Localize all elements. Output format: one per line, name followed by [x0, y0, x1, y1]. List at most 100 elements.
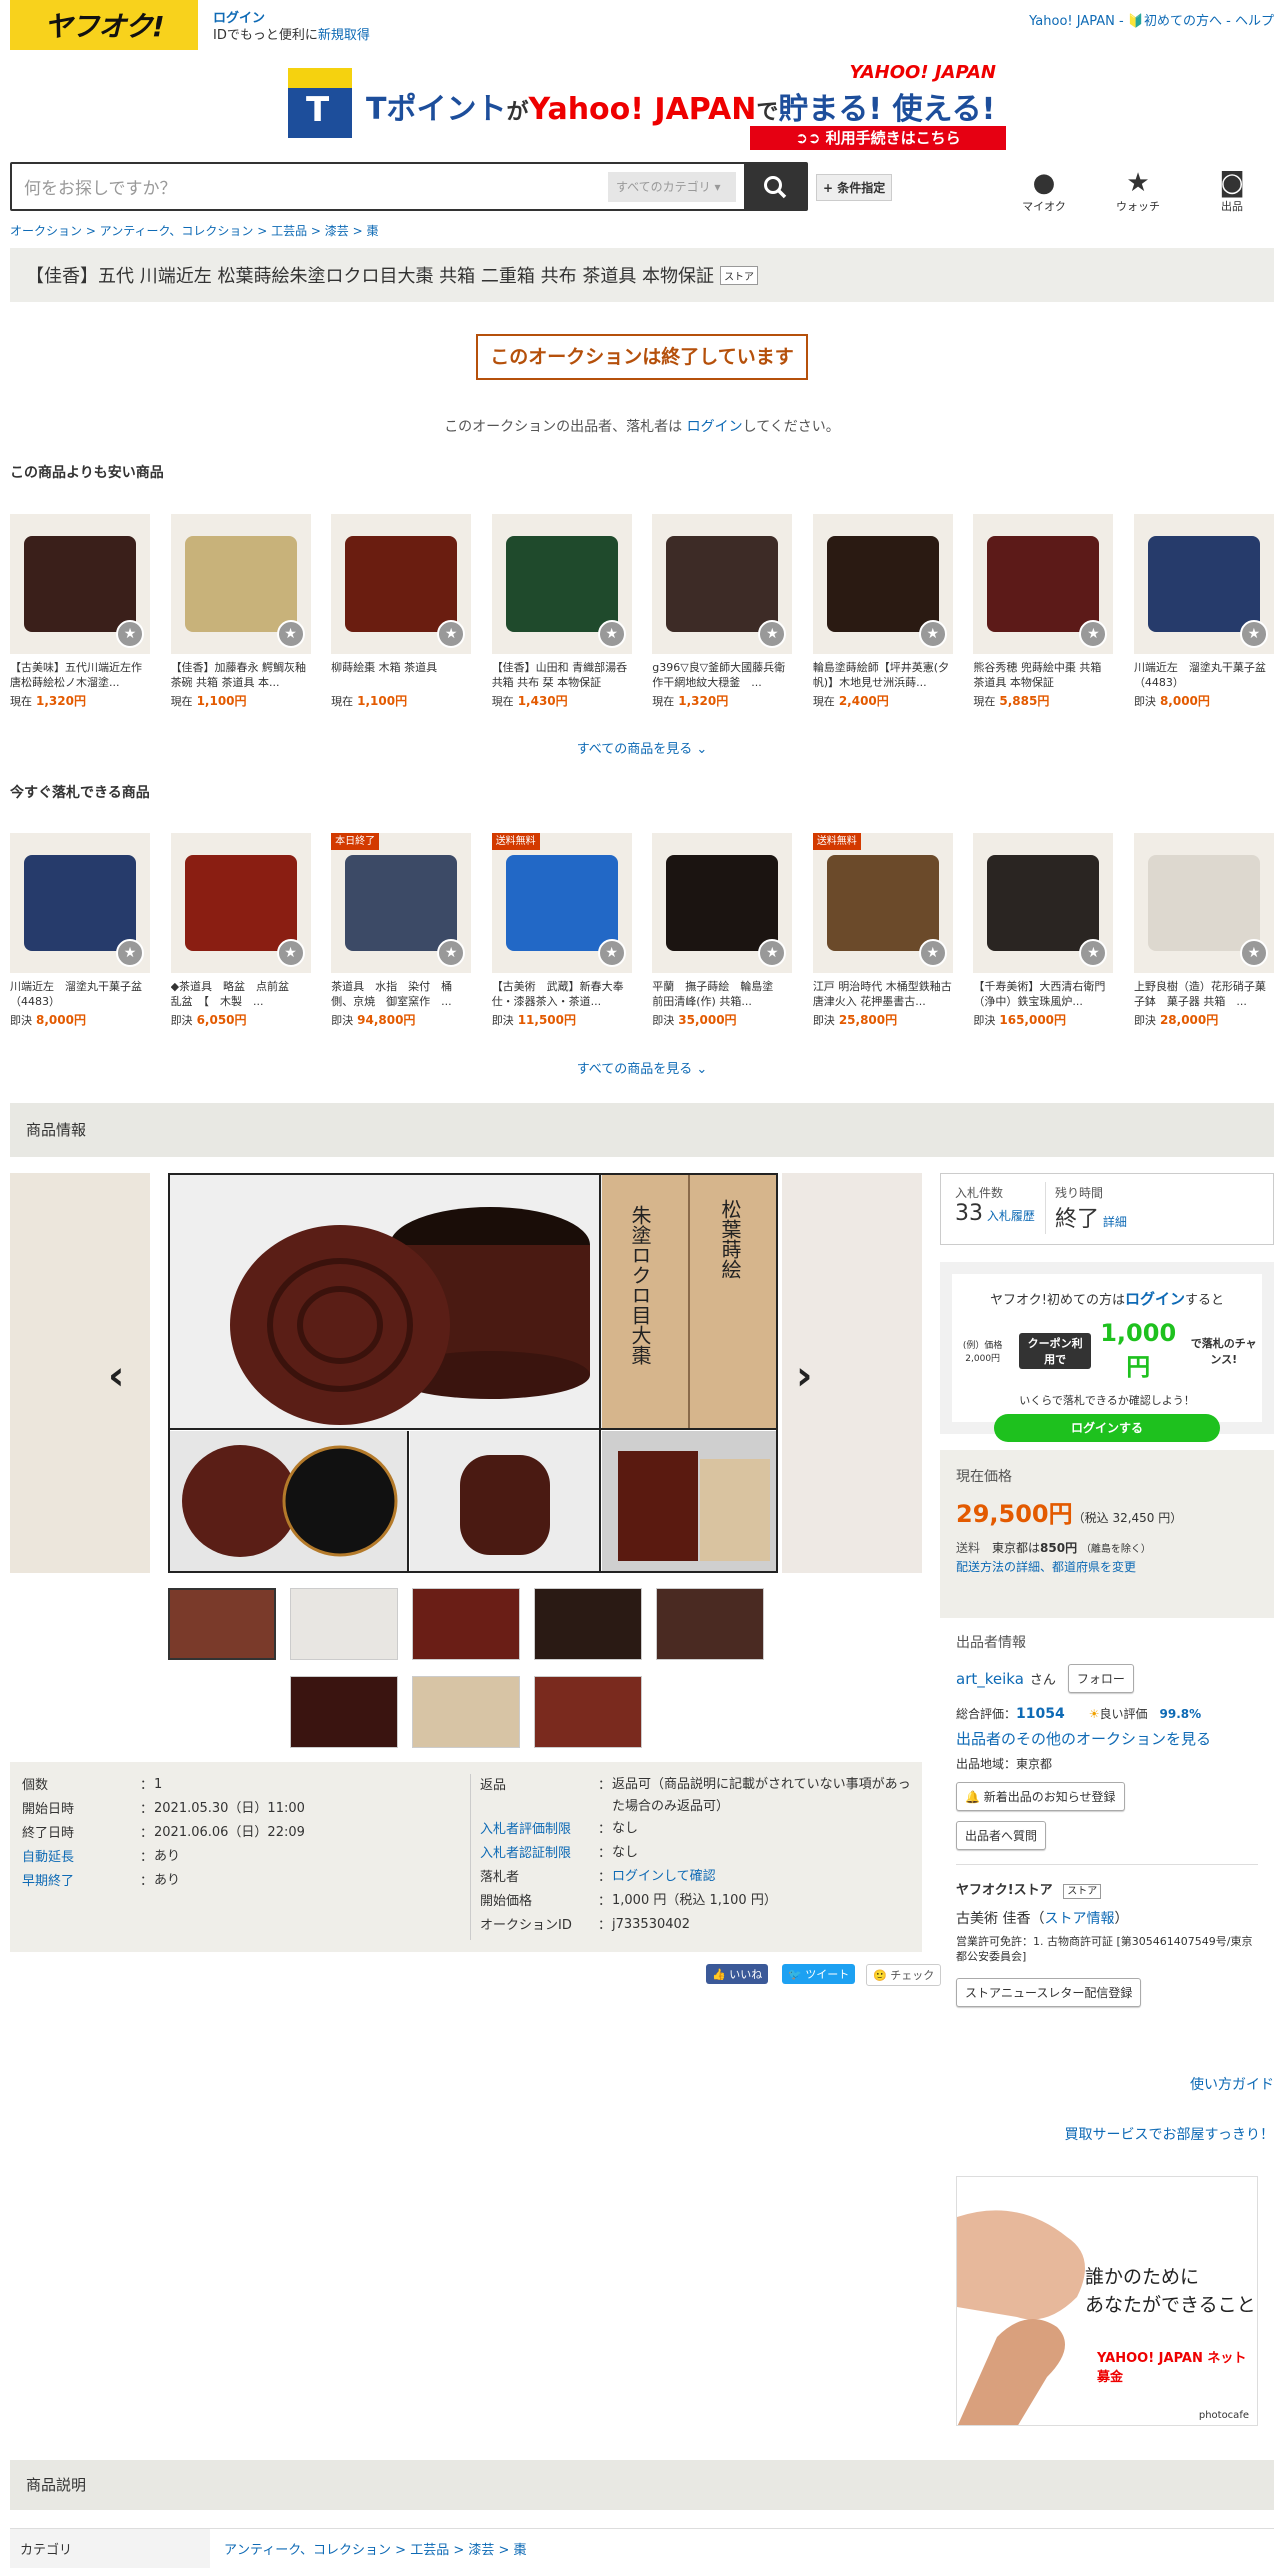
- facebook-like-button[interactable]: 👍 いいね: [706, 1964, 769, 1984]
- item-image[interactable]: ★: [1133, 514, 1274, 654]
- item-image[interactable]: ★: [10, 833, 150, 973]
- usage-guide-link[interactable]: 使い方ガイド: [1190, 2074, 1274, 2094]
- watch-star-icon[interactable]: ★: [437, 939, 466, 967]
- purchase-service-link[interactable]: 買取サービスでお部屋すっきり！: [1065, 2124, 1274, 2144]
- cheaper-item[interactable]: ★ 柳蒔絵棗 木箱 茶道具 現在 1,100円: [331, 514, 472, 709]
- watch-star-icon[interactable]: ★: [116, 939, 144, 967]
- watch-star-icon[interactable]: ★: [276, 620, 305, 648]
- item-image[interactable]: 本日終了 ★: [331, 833, 472, 973]
- header-links[interactable]: Yahoo! JAPAN - 🔰初めての方へ - ヘルプ: [1029, 10, 1274, 29]
- item-name[interactable]: g396▽良▽釜師大國藤兵衛作干網地紋大穏釜 ...: [652, 660, 792, 690]
- item-name[interactable]: 茶道具 水指 染付 桶側、京焼 御室窯作 ...: [331, 979, 471, 1009]
- item-image[interactable]: ★: [652, 514, 793, 654]
- promo-login-link[interactable]: ログイン: [1125, 1290, 1185, 1308]
- watch-star-icon[interactable]: ★: [918, 939, 947, 967]
- register-link[interactable]: 新規取得: [318, 28, 370, 43]
- thumbnail-1[interactable]: [168, 1588, 276, 1660]
- item-image[interactable]: ★: [170, 833, 311, 973]
- item-image[interactable]: ★: [170, 514, 311, 654]
- thumbnail-8[interactable]: [534, 1676, 642, 1748]
- detail-key[interactable]: 自動延長: [22, 1846, 140, 1870]
- item-image[interactable]: ★: [1133, 833, 1274, 973]
- cheaper-item[interactable]: ★ 輪島塗蒔絵師【坪井英憲(夕帆)】木地見せ洲浜蒔... 現在 2,400円: [812, 514, 953, 709]
- chevron-left-icon[interactable]: ‹: [108, 1353, 124, 1399]
- watch-star-icon[interactable]: ★: [597, 620, 626, 648]
- bid-history-link[interactable]: 入札履歴: [987, 1209, 1035, 1223]
- watch-star-icon[interactable]: ★: [116, 620, 144, 648]
- item-image[interactable]: ★: [973, 833, 1114, 973]
- buynow-item[interactable]: ★ 川端近左 溜塗丸干菓子盆 （4483） 即決 8,000円: [10, 833, 150, 1028]
- newsletter-button[interactable]: ストアニュースレター配信登録: [956, 1978, 1142, 2007]
- item-name[interactable]: 柳蒔絵棗 木箱 茶道具: [331, 660, 471, 690]
- item-name[interactable]: 上野良樹（造）花形硝子菓子鉢 菓子器 共箱 ...: [1134, 979, 1274, 1009]
- login-link[interactable]: ログイン: [213, 10, 370, 27]
- sell-button[interactable]: ◙ 出品: [1202, 168, 1262, 214]
- item-name[interactable]: 平蘭 撫子蒔絵 輪島塗 前田清峰(作) 共箱...: [652, 979, 792, 1009]
- follow-button[interactable]: フォロー: [1067, 1664, 1134, 1693]
- item-image[interactable]: ★: [10, 514, 150, 654]
- cheaper-item[interactable]: ★ 熊谷秀穂 兜蒔絵中棗 共箱 茶道具 本物保証 現在 5,885円: [973, 514, 1114, 709]
- login-button[interactable]: ログインする: [994, 1414, 1220, 1442]
- mixi-check-button[interactable]: 🙂 チェック: [866, 1964, 942, 1986]
- time-detail-link[interactable]: 詳細: [1103, 1215, 1127, 1229]
- item-image[interactable]: 送料無料 ★: [491, 833, 632, 973]
- tweet-button[interactable]: 🐦 ツイート: [782, 1964, 856, 1984]
- item-name[interactable]: ◆茶道具 略盆 点前盆 乱盆 【 木製 ...: [171, 979, 311, 1009]
- notify-button[interactable]: 🔔 新着出品のお知らせ登録: [956, 1782, 1125, 1811]
- watch-star-icon[interactable]: ★: [758, 620, 787, 648]
- search-button[interactable]: [744, 164, 806, 209]
- buynow-item[interactable]: 送料無料 ★ 江戸 明治時代 木桶型鉄釉古唐津火入 花押墨書古... 即決 25,…: [812, 833, 953, 1028]
- watch-star-icon[interactable]: ★: [1079, 620, 1108, 648]
- item-name[interactable]: 江戸 明治時代 木桶型鉄釉古唐津火入 花押墨書古...: [813, 979, 953, 1009]
- seller-name-link[interactable]: art_keika: [956, 1670, 1024, 1688]
- buynow-item[interactable]: ★ 上野良樹（造）花形硝子菓子鉢 菓子器 共箱 ... 即決 28,000円: [1133, 833, 1274, 1028]
- detail-key[interactable]: 入札者認証制限: [480, 1842, 598, 1866]
- item-name[interactable]: 【千寿美術】大西清右衛門（浄中）鉄宝珠風炉...: [973, 979, 1113, 1009]
- breadcrumb[interactable]: オークション > アンティーク、コレクション > 工芸品 > 漆芸 > 棗: [10, 222, 378, 239]
- item-name[interactable]: 【佳香】山田和 青織部湯呑 共箱 共布 栞 本物保証: [492, 660, 632, 690]
- ask-seller-button[interactable]: 出品者へ質問: [956, 1821, 1047, 1850]
- category-link[interactable]: アンティーク、コレクション > 工芸品 > 漆芸 > 棗: [210, 2529, 541, 2568]
- buynow-item[interactable]: 本日終了 ★ 茶道具 水指 染付 桶側、京焼 御室窯作 ... 即決 94,800…: [331, 833, 472, 1028]
- buynow-item[interactable]: ★ 【千寿美術】大西清右衛門（浄中）鉄宝珠風炉... 即決 165,000円: [973, 833, 1114, 1028]
- item-image[interactable]: ★: [331, 514, 472, 654]
- myauction-button[interactable]: ● マイオク: [1014, 168, 1074, 214]
- watch-star-icon[interactable]: ★: [597, 939, 626, 967]
- conditions-button[interactable]: + 条件指定: [816, 174, 893, 201]
- rating-link[interactable]: 11054: [1016, 1706, 1065, 1722]
- watch-star-icon[interactable]: ★: [758, 939, 787, 967]
- ad-banner[interactable]: 誰かのために あなたができること YAHOO! JAPAN ネット募金 phot…: [956, 2176, 1258, 2426]
- login-note-link[interactable]: ログイン: [687, 419, 743, 435]
- shipping-detail-link[interactable]: 配送方法の詳細、都道府県を変更: [956, 1560, 1136, 1574]
- cheaper-item[interactable]: ★ 【古美味】五代川端近左作 唐松蒔絵松ノ木溜塗... 現在 1,320円: [10, 514, 150, 709]
- yafuoku-logo[interactable]: ヤフオク!: [10, 0, 198, 50]
- watch-star-icon[interactable]: ★: [437, 620, 466, 648]
- item-name[interactable]: 川端近左 溜塗丸干菓子盆 （4483）: [10, 979, 150, 1009]
- thumbnail-3[interactable]: [412, 1588, 520, 1660]
- thumbnail-2[interactable]: [290, 1588, 398, 1660]
- seller-other-auctions-link[interactable]: 出品者のその他のオークションを見る: [956, 1730, 1211, 1748]
- item-image[interactable]: ★: [491, 514, 632, 654]
- watch-button[interactable]: ★ ウォッチ: [1108, 168, 1168, 214]
- cheaper-item[interactable]: ★ 【佳香】山田和 青織部湯呑 共箱 共布 栞 本物保証 現在 1,430円: [491, 514, 632, 709]
- cheaper-item[interactable]: ★ g396▽良▽釜師大國藤兵衛作干網地紋大穏釜 ... 現在 1,320円: [652, 514, 793, 709]
- thumbnail-4[interactable]: [534, 1588, 642, 1660]
- prev-image-preview[interactable]: [10, 1173, 150, 1573]
- watch-star-icon[interactable]: ★: [1239, 620, 1268, 648]
- watch-star-icon[interactable]: ★: [918, 620, 947, 648]
- item-image[interactable]: 送料無料 ★: [812, 833, 953, 973]
- detail-key[interactable]: 早期終了: [22, 1870, 140, 1894]
- item-name[interactable]: 川端近左 溜塗丸干菓子盆 （4483）: [1134, 660, 1274, 690]
- thumbnail-5[interactable]: [656, 1588, 764, 1660]
- cheaper-item[interactable]: ★ 川端近左 溜塗丸干菓子盆 （4483） 即決 8,000円: [1133, 514, 1274, 709]
- detail-key[interactable]: 入札者評価制限: [480, 1818, 598, 1842]
- cheaper-item[interactable]: ★ 【佳香】加藤春永 鰐鯛灰釉茶碗 共箱 茶道具 本... 現在 1,100円: [170, 514, 311, 709]
- buynow-item[interactable]: ★ ◆茶道具 略盆 点前盆 乱盆 【 木製 ... 即決 6,050円: [170, 833, 311, 1028]
- item-image[interactable]: ★: [973, 514, 1114, 654]
- watch-star-icon[interactable]: ★: [1079, 939, 1108, 967]
- item-image[interactable]: ★: [812, 514, 953, 654]
- thumbnail-6[interactable]: [290, 1676, 398, 1748]
- chevron-right-icon[interactable]: ›: [796, 1353, 812, 1399]
- thumbnail-7[interactable]: [412, 1676, 520, 1748]
- item-name[interactable]: 輪島塗蒔絵師【坪井英憲(夕帆)】木地見せ洲浜蒔...: [813, 660, 953, 690]
